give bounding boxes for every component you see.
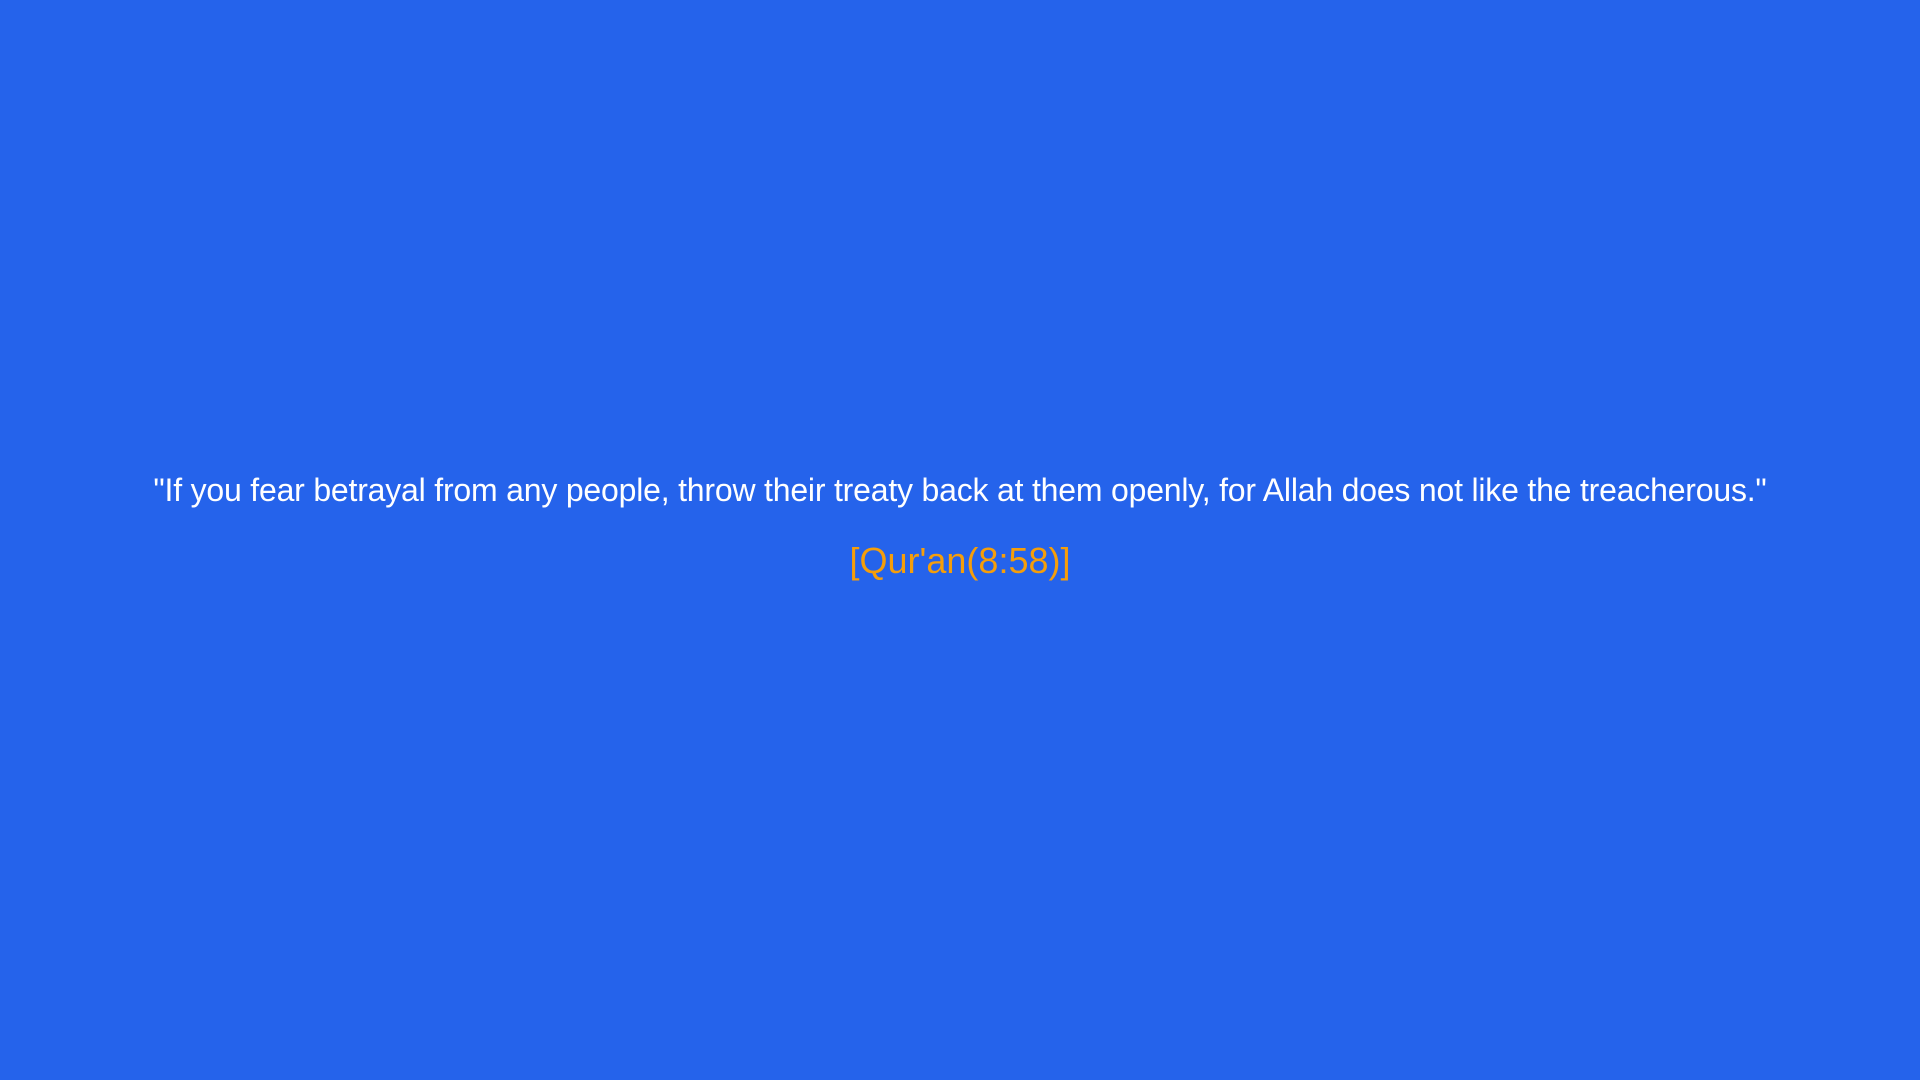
- quote-citation: [Qur'an(8:58)]: [849, 540, 1071, 581]
- quote-text: "If you fear betrayal from any people, t…: [153, 472, 1767, 508]
- quote-block: "If you fear betrayal from any people, t…: [0, 466, 1920, 585]
